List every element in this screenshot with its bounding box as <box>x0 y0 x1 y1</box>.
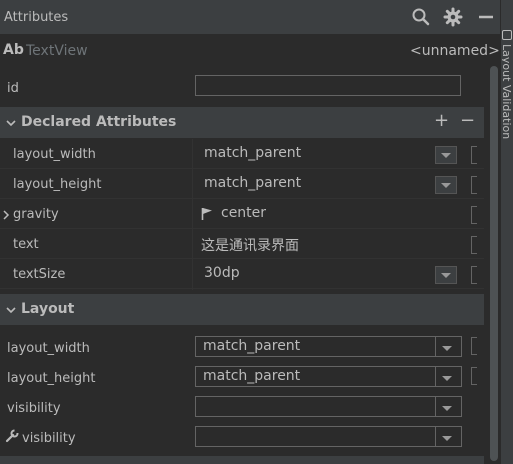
resource-picker-button[interactable] <box>471 367 477 385</box>
dropdown-arrow-icon[interactable] <box>441 342 453 351</box>
flag-icon <box>201 207 213 221</box>
layout-validation-tab[interactable]: Layout Validation <box>502 44 512 164</box>
next-section-header[interactable] <box>0 456 484 464</box>
resource-picker-button[interactable] <box>471 266 477 284</box>
column-divider <box>192 139 193 290</box>
dropdown-arrow-icon[interactable] <box>435 146 457 164</box>
layout-section-title: Layout <box>21 301 75 317</box>
declared-gravity-value[interactable]: center <box>221 205 266 221</box>
id-label: id <box>7 81 19 96</box>
add-attribute-icon[interactable]: + <box>434 110 449 131</box>
row-divider <box>0 198 484 199</box>
row-divider <box>0 288 484 289</box>
dropdown-separator <box>435 337 436 356</box>
declared-attributes-title: Declared Attributes <box>21 114 177 130</box>
remove-attribute-icon[interactable]: − <box>460 110 475 131</box>
dropdown-separator <box>435 397 436 416</box>
gear-icon[interactable] <box>443 7 463 27</box>
layout-height-label: layout_height <box>7 371 96 386</box>
layout-width-value: match_parent <box>203 338 301 354</box>
layout-width-dropdown[interactable]: match_parent <box>195 336 462 357</box>
dropdown-arrow-icon[interactable] <box>435 266 457 284</box>
dropdown-separator <box>435 367 436 386</box>
id-input[interactable] <box>195 75 461 96</box>
row-divider <box>0 228 484 229</box>
declared-layout-width-value[interactable]: match_parent <box>204 145 301 161</box>
declared-layout-height-label: layout_height <box>13 177 102 192</box>
layout-validation-label: Layout Validation <box>502 44 512 140</box>
layout-height-dropdown[interactable]: match_parent <box>195 366 462 387</box>
declared-textsize-label: textSize <box>13 267 66 282</box>
search-icon[interactable] <box>411 7 431 27</box>
resource-picker-button[interactable] <box>471 176 477 194</box>
scrollbar-thumb[interactable] <box>490 66 498 461</box>
layout-width-label: layout_width <box>7 341 90 356</box>
declared-layout-height-value[interactable]: match_parent <box>204 175 301 191</box>
dropdown-arrow-icon[interactable] <box>441 432 453 441</box>
row-divider <box>0 168 484 169</box>
minimize-icon[interactable] <box>476 7 496 27</box>
dropdown-arrow-icon[interactable] <box>441 372 453 381</box>
chevron-down-icon[interactable] <box>6 304 16 314</box>
tools-visibility-dropdown[interactable] <box>195 426 462 447</box>
dropdown-separator <box>435 427 436 446</box>
declared-gravity-label: gravity <box>13 207 59 222</box>
chevron-down-icon[interactable] <box>6 117 16 127</box>
visibility-dropdown[interactable] <box>195 396 462 417</box>
wrench-icon <box>5 429 19 443</box>
layout-validation-icon[interactable] <box>502 30 512 40</box>
layout-height-value: match_parent <box>203 368 301 384</box>
resource-picker-button[interactable] <box>471 236 477 254</box>
dropdown-arrow-icon[interactable] <box>441 402 453 411</box>
declared-text-label: text <box>13 237 39 252</box>
declared-layout-width-label: layout_width <box>13 147 96 162</box>
component-id: <unnamed> <box>410 43 500 59</box>
textview-icon: Ab <box>3 42 24 58</box>
tools-visibility-label: visibility <box>22 431 76 446</box>
declared-text-value[interactable]: 这是通讯录界面 <box>201 235 299 255</box>
resource-picker-button[interactable] <box>471 206 477 224</box>
chevron-right-icon[interactable] <box>2 209 10 220</box>
component-type: TextView <box>26 43 88 59</box>
dropdown-arrow-icon[interactable] <box>435 176 457 194</box>
resource-picker-button[interactable] <box>471 337 477 355</box>
visibility-label: visibility <box>7 401 61 416</box>
panel-title: Attributes <box>4 10 69 25</box>
row-divider <box>0 258 484 259</box>
resource-picker-button[interactable] <box>471 146 477 164</box>
declared-textsize-value[interactable]: 30dp <box>204 265 240 281</box>
